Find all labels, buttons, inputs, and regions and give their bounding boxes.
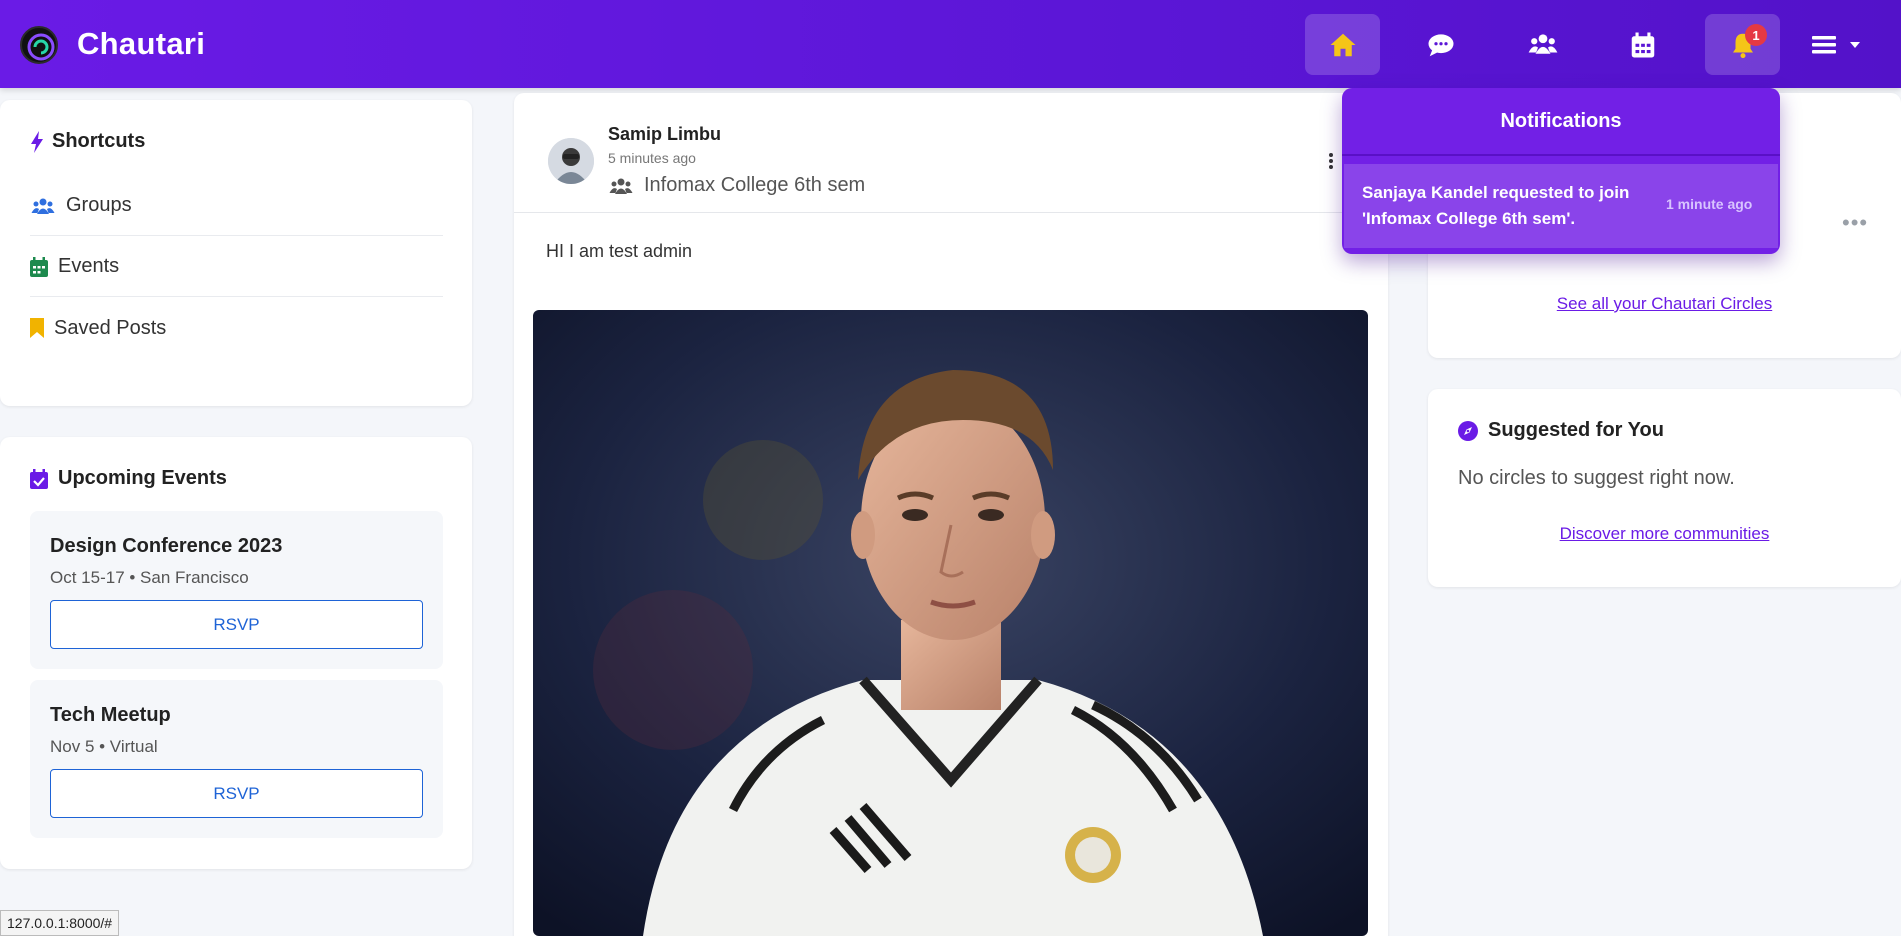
compass-icon — [1458, 420, 1478, 441]
users-icon — [31, 198, 55, 214]
see-all-circles-link[interactable]: See all your Chautari Circles — [1428, 294, 1901, 314]
shortcut-events[interactable]: Events — [30, 237, 443, 297]
chat-icon — [1428, 33, 1453, 56]
avatar[interactable] — [548, 138, 594, 184]
bolt-icon — [31, 130, 43, 153]
suggested-title: Suggested for You — [1458, 419, 1664, 442]
caret-down-icon — [1850, 42, 1860, 48]
nav-home-button[interactable] — [1305, 14, 1380, 75]
rsvp-button[interactable]: RSVP — [50, 769, 423, 818]
event-meta: Nov 5 • Virtual — [50, 737, 158, 756]
shortcuts-title: Shortcuts — [30, 130, 145, 153]
post-text: HI I am test admin — [546, 241, 693, 261]
suggested-empty-text: No circles to suggest right now. — [1458, 467, 1735, 489]
shortcut-label: Saved Posts — [54, 316, 167, 339]
post-group-name: Infomax College 6th sem — [644, 174, 866, 196]
shortcut-groups[interactable]: Groups — [30, 176, 443, 236]
nav-notifications-button[interactable]: 1 — [1705, 14, 1780, 75]
users-icon — [609, 178, 633, 194]
event-name: Design Conference 2023 — [50, 535, 283, 557]
brand-name[interactable]: Chautari — [77, 26, 205, 62]
rsvp-button[interactable]: RSVP — [50, 600, 423, 649]
main-menu-button[interactable] — [1812, 28, 1872, 62]
hamburger-icon — [1812, 36, 1836, 54]
shortcut-saved-posts[interactable]: Saved Posts — [30, 298, 443, 358]
nav-groups-button[interactable] — [1505, 14, 1580, 75]
post-image[interactable] — [533, 310, 1368, 936]
event-meta: Oct 15-17 • San Francisco — [50, 568, 249, 587]
top-navbar: Chautari 1 — [0, 0, 1901, 88]
notifications-dropdown: Notifications Sanjaya Kandel requested t… — [1342, 88, 1780, 254]
shortcut-label: Events — [58, 255, 120, 277]
notification-count-badge: 1 — [1745, 24, 1767, 46]
nav-messages-button[interactable] — [1403, 14, 1478, 75]
notification-time: 1 minute ago — [1666, 196, 1753, 212]
event-name: Tech Meetup — [50, 704, 171, 726]
post-author[interactable]: Samip Limbu — [608, 124, 721, 145]
calendar-icon — [1631, 32, 1654, 57]
circles-options-button[interactable]: ••• — [1842, 210, 1868, 236]
post-group[interactable]: Infomax College 6th sem — [608, 174, 865, 197]
calendar-icon — [30, 256, 48, 277]
status-url: 127.0.0.1:8000/# — [0, 910, 120, 936]
home-icon — [1330, 33, 1355, 56]
shortcut-label: Groups — [66, 194, 132, 216]
post-divider — [514, 212, 1388, 213]
notification-message: Sanjaya Kandel requested to join 'Infoma… — [1362, 183, 1630, 228]
event-item: Tech Meetup Nov 5 • Virtual RSVP — [30, 680, 443, 838]
notification-item[interactable]: Sanjaya Kandel requested to join 'Infoma… — [1344, 164, 1778, 248]
event-item: Design Conference 2023 Oct 15-17 • San F… — [30, 511, 443, 669]
discover-communities-link[interactable]: Discover more communities — [1428, 524, 1901, 544]
users-icon — [1528, 33, 1557, 54]
post-timestamp: 5 minutes ago — [608, 150, 696, 166]
kebab-icon — [1329, 153, 1333, 169]
calendar-check-icon — [30, 468, 48, 489]
logo-icon[interactable] — [20, 26, 58, 64]
post-options-button[interactable] — [1326, 150, 1336, 174]
bookmark-icon — [30, 318, 44, 338]
nav-events-button[interactable] — [1605, 14, 1680, 75]
notifications-title: Notifications — [1342, 88, 1780, 156]
upcoming-events-title: Upcoming Events — [30, 467, 227, 490]
